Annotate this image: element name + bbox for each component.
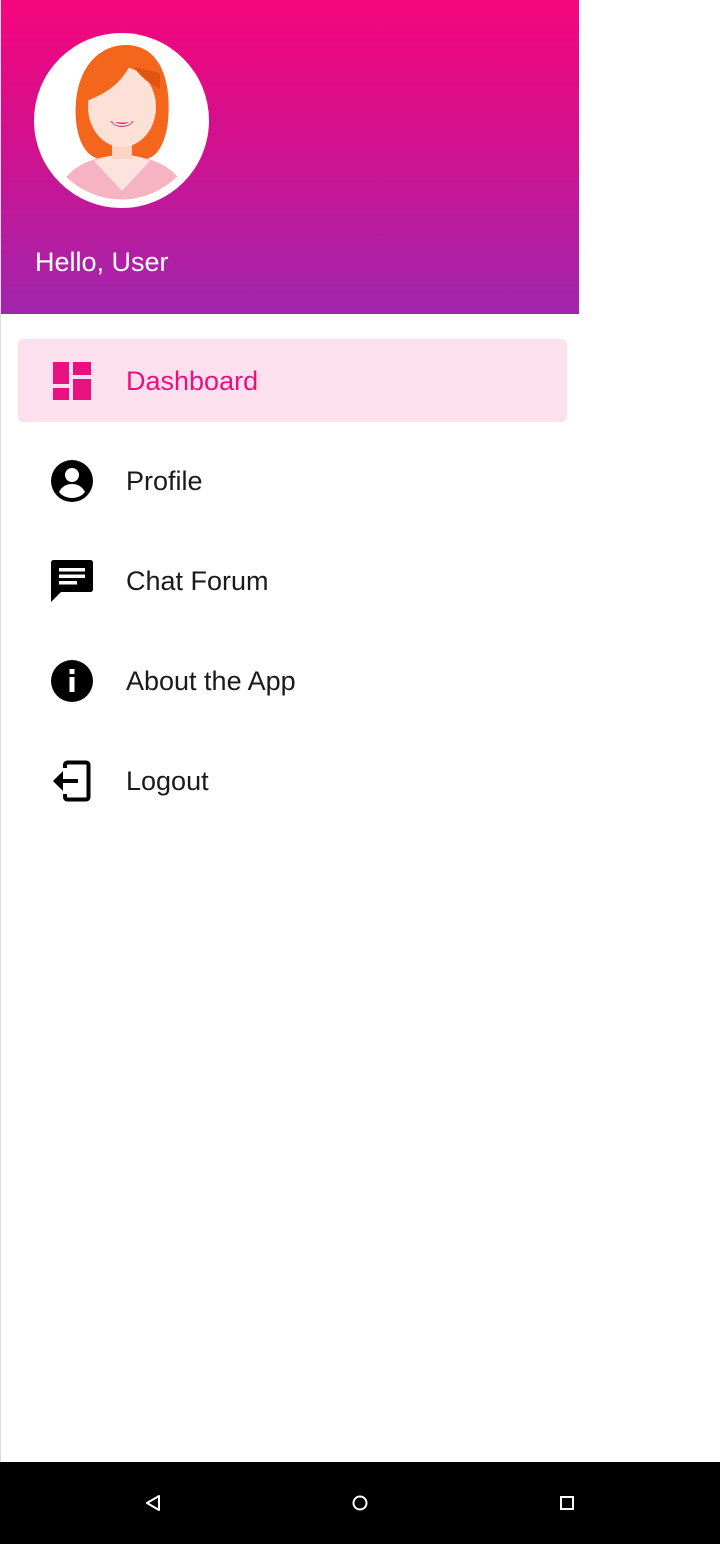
active-item-highlight xyxy=(18,339,567,422)
info-icon xyxy=(51,660,93,702)
dashboard-icon xyxy=(53,362,91,400)
account-circle-icon xyxy=(51,460,93,502)
menu-item-label: Dashboard xyxy=(126,366,259,396)
system-navigation-bar xyxy=(0,1462,720,1544)
user-avatar-illustration xyxy=(42,41,201,200)
chat-icon xyxy=(51,560,93,602)
logout-icon xyxy=(53,760,91,802)
menu-item-about[interactable]: About the App xyxy=(1,639,579,723)
navigation-drawer: Hello, User Dashboard Profile Chat Forum… xyxy=(0,0,579,1462)
menu-item-profile[interactable]: Profile xyxy=(1,439,579,523)
menu-item-chat-forum[interactable]: Chat Forum xyxy=(1,539,579,623)
drawer-header: Hello, User xyxy=(1,0,579,314)
menu-item-label: About the App xyxy=(126,666,296,696)
menu-item-label: Logout xyxy=(126,766,209,796)
home-icon[interactable] xyxy=(345,1488,375,1518)
menu-item-label: Chat Forum xyxy=(126,566,269,596)
avatar[interactable] xyxy=(34,33,209,208)
greeting-text: Hello, User xyxy=(35,247,169,277)
menu-item-label: Profile xyxy=(126,466,203,496)
back-icon[interactable] xyxy=(138,1488,168,1518)
menu-item-logout[interactable]: Logout xyxy=(1,739,579,823)
recents-icon[interactable] xyxy=(552,1488,582,1518)
menu-item-dashboard[interactable]: Dashboard xyxy=(1,339,579,423)
drawer-menu: Dashboard Profile Chat Forum About the A… xyxy=(1,339,579,839)
